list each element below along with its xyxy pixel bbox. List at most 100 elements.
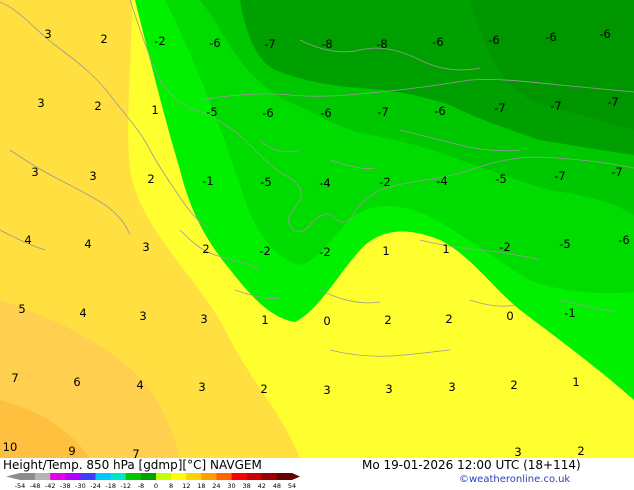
temperature-label: -7 (264, 37, 275, 51)
temperature-label: 1 (382, 244, 389, 258)
temperature-label: -2 (259, 244, 270, 258)
temperature-label: 3 (514, 445, 521, 458)
temperature-label: 3 (89, 169, 96, 183)
temperature-label: -7 (494, 101, 505, 115)
temperature-label: 3 (448, 380, 455, 394)
temperature-label: -6 (320, 106, 331, 120)
scale-tick-label: -54 (15, 482, 26, 490)
temperature-label: -7 (611, 165, 622, 179)
scale-arrow-left (6, 473, 20, 480)
temperature-label: -5 (206, 105, 217, 119)
scale-color-segment (246, 473, 263, 480)
scale-tick-label: -38 (60, 482, 71, 490)
scale-tick-label: -42 (45, 482, 56, 490)
temperature-label: 2 (510, 378, 517, 392)
temperature-label: -8 (376, 37, 387, 51)
temperature-label: 1 (442, 242, 449, 256)
temperature-label: 4 (84, 237, 91, 251)
temperature-label: -7 (607, 95, 618, 109)
temperature-label: -7 (550, 99, 561, 113)
temperature-label: -5 (495, 172, 506, 186)
temperature-label: -6 (209, 36, 220, 50)
temperature-map[interactable]: 3 2 -2 -6 -7 -8 -8 -6 -6 -6 -6 3 2 1 -5 -6 -6 -7 -6 -7 -7 -7 3… (0, 0, 634, 458)
temperature-label: -7 (554, 169, 565, 183)
temperature-label: 1 (261, 313, 268, 327)
scale-color-segment (216, 473, 232, 480)
temperature-label: 1 (572, 375, 579, 389)
scale-color-segment (65, 473, 81, 480)
scale-color-segment (95, 473, 111, 480)
temperature-label: -7 (377, 105, 388, 119)
credit-link[interactable]: ©weatheronline.co.uk (459, 474, 570, 485)
scale-tick-label: 42 (258, 482, 266, 490)
temperature-label: 2 (445, 312, 452, 326)
temperature-label: 4 (136, 378, 143, 392)
temperature-label: 3 (31, 165, 38, 179)
temperature-label: -6 (599, 27, 610, 41)
scale-tick-label: -24 (90, 482, 101, 490)
scale-tick-label: -30 (75, 482, 86, 490)
valid-time: Mo 19-01-2026 12:00 UTC (18+114) (362, 458, 581, 472)
temperature-label: 6 (73, 375, 80, 389)
temperature-label: 7 (132, 447, 139, 458)
scale-color-segment (261, 473, 278, 480)
temperature-label: 4 (79, 306, 86, 320)
temperature-label: -4 (436, 174, 447, 188)
temperature-label: 3 (139, 309, 146, 323)
scale-tick-label: 8 (169, 482, 173, 490)
scale-color-segment (35, 473, 51, 480)
temperature-label: 2 (147, 172, 154, 186)
scale-color-segment (171, 473, 187, 480)
map-footer: Height/Temp. 850 hPa [gdmp][°C] NAVGEM M… (0, 458, 634, 490)
temperature-label: 2 (100, 32, 107, 46)
temperature-label: 3 (37, 96, 44, 110)
temperature-label: 3 (323, 383, 330, 397)
temperature-label: -2 (499, 240, 510, 254)
scale-tick-label: 18 (197, 482, 205, 490)
scale-color-segment (276, 473, 293, 480)
scale-tick-label: 38 (243, 482, 251, 490)
scale-color-segment (20, 473, 36, 480)
temperature-label: -6 (432, 35, 443, 49)
temperature-label: 0 (506, 309, 513, 323)
temperature-label: -8 (321, 37, 332, 51)
temperature-label: -2 (379, 175, 390, 189)
temperature-label: -5 (260, 175, 271, 189)
temperature-label: 3 (198, 380, 205, 394)
scale-arrow-right (292, 473, 300, 480)
scale-tick-label: 48 (273, 482, 281, 490)
scale-tick-label: -18 (105, 482, 116, 490)
temperature-label: 3 (142, 240, 149, 254)
temperature-label: 1 (151, 103, 158, 117)
scale-color-segment (80, 473, 96, 480)
map-title: Height/Temp. 850 hPa [gdmp][°C] NAVGEM (3, 458, 262, 472)
temperature-label: 3 (44, 27, 51, 41)
temperature-label: -6 (545, 30, 556, 44)
temperature-label: -4 (319, 176, 330, 190)
temperature-label: -1 (564, 306, 575, 320)
scale-tick-label: -48 (30, 482, 41, 490)
temperature-label: 3 (385, 382, 392, 396)
scale-color-segment (50, 473, 66, 480)
temperature-label: 2 (202, 242, 209, 256)
scale-color-segment (140, 473, 157, 480)
temperature-label: -6 (434, 104, 445, 118)
temperature-label: -5 (559, 237, 570, 251)
scale-tick-label: 54 (288, 482, 296, 490)
weather-map-view: 3 2 -2 -6 -7 -8 -8 -6 -6 -6 -6 3 2 1 -5 -6 -6 -7 -6 -7 -7 -7 3… (0, 0, 634, 490)
temperature-label: 10 (3, 440, 18, 454)
temperature-label: 3 (200, 312, 207, 326)
temperature-label: 2 (384, 313, 391, 327)
scale-color-segment (110, 473, 127, 480)
scale-color-segment (186, 473, 202, 480)
scale-color-segment (125, 473, 142, 480)
temperature-label: -6 (262, 106, 273, 120)
scale-tick-label: -8 (138, 482, 144, 490)
temperature-label: 2 (94, 99, 101, 113)
scale-tick-label: -12 (120, 482, 131, 490)
scale-tick-label: 24 (212, 482, 220, 490)
scale-tick-label: 30 (227, 482, 235, 490)
scale-tick-label: 0 (154, 482, 158, 490)
scale-color-segment (156, 473, 172, 480)
temperature-label: -2 (154, 34, 165, 48)
